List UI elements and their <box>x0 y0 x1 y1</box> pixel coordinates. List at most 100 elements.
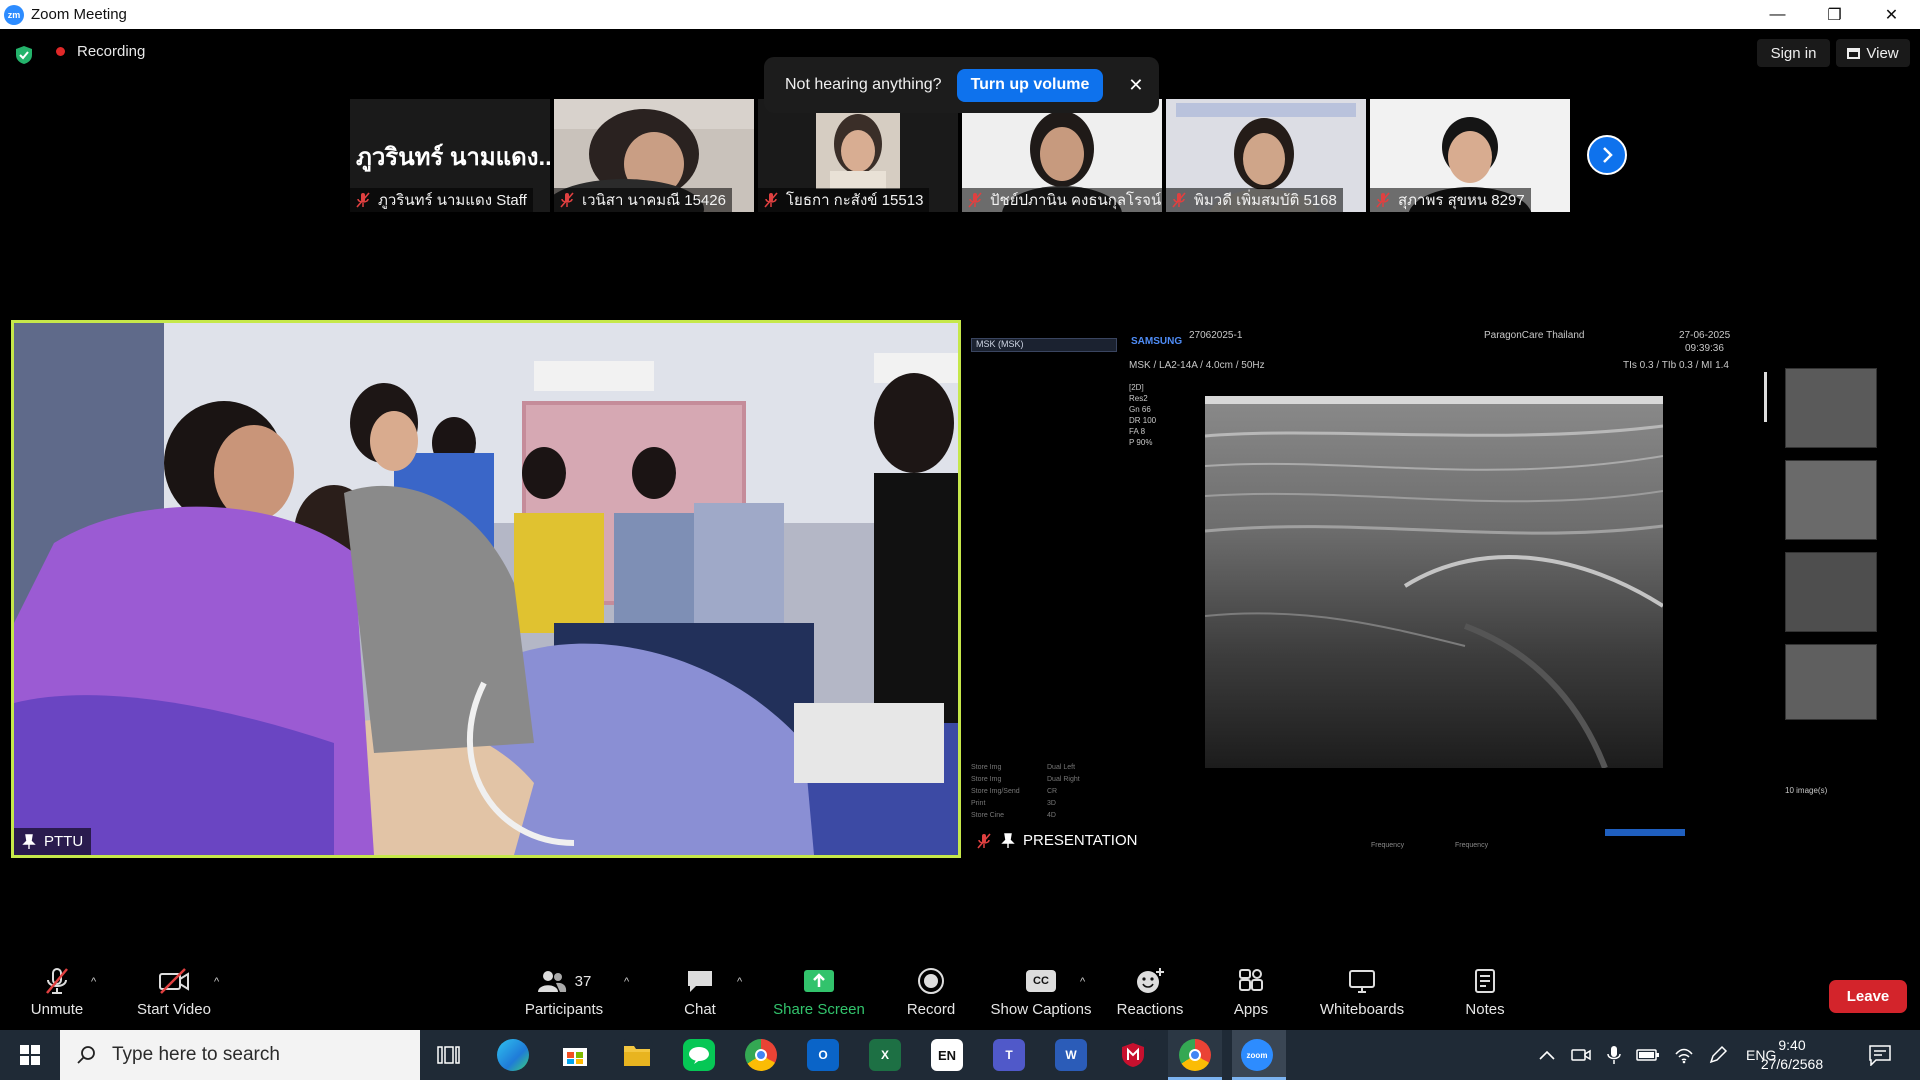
camera-icon[interactable] <box>1570 1046 1592 1064</box>
start-video-button[interactable]: Start Video <box>132 962 216 1028</box>
participant-name-label: เวนิสา นาคมณี 15426 <box>554 188 732 212</box>
audio-options-chevron-icon[interactable]: ^ <box>91 976 96 988</box>
notifications-icon[interactable] <box>1868 1044 1892 1066</box>
apps-button[interactable]: Apps <box>1230 962 1272 1028</box>
participant-thumbnail[interactable]: ภูวรินทร์ นามแดง... ภูวรินทร์ นามแดง Sta… <box>350 99 550 212</box>
taskbar-search-box[interactable]: Type here to search <box>60 1030 420 1080</box>
search-placeholder: Type here to search <box>112 1044 280 1065</box>
chat-button[interactable]: Chat <box>675 962 725 1028</box>
captions-options-chevron-icon[interactable]: ^ <box>1080 976 1085 988</box>
share-screen-label: Share Screen <box>773 1001 865 1018</box>
turn-up-volume-button[interactable]: Turn up volume <box>956 68 1104 102</box>
task-view-icon[interactable] <box>436 1044 460 1066</box>
edge-browser-icon[interactable] <box>497 1039 529 1071</box>
minimize-button[interactable]: — <box>1749 0 1806 29</box>
mcafee-shield-icon[interactable] <box>1117 1039 1149 1071</box>
zoom-logo-icon: zm <box>4 4 24 25</box>
active-speaker-video-tile[interactable]: PTTU <box>11 320 961 858</box>
participant-name-label: สุภาพร สุขหน 8297 <box>1370 188 1531 212</box>
start-video-label: Start Video <box>137 1001 211 1018</box>
leave-meeting-button[interactable]: Leave <box>1829 980 1907 1013</box>
ultrasound-images-count: 10 image(s) <box>1785 786 1828 795</box>
clock-time: 9:40 <box>1778 1037 1806 1053</box>
view-button[interactable]: View <box>1836 39 1910 67</box>
participant-name-label: ปัชย์ปภานิน คงธนกุลโรจน์... <box>962 188 1162 212</box>
chat-options-chevron-icon[interactable]: ^ <box>737 976 742 988</box>
pin-icon <box>22 833 36 849</box>
reactions-icon <box>1137 968 1164 993</box>
window-titlebar: zm Zoom Meeting — ❐ ✕ <box>0 0 1920 29</box>
record-button[interactable]: Record <box>898 962 964 1028</box>
zoom-taskbar-icon[interactable]: zoom <box>1241 1039 1273 1071</box>
participant-thumbnail[interactable]: โยธกา กะสังข์ 15513 <box>758 99 958 212</box>
participant-name-label: ภูวรินทร์ นามแดง Staff <box>350 188 533 212</box>
next-page-button[interactable] <box>1587 135 1627 175</box>
unmute-button[interactable]: Unmute <box>20 962 94 1028</box>
microsoft-store-icon[interactable] <box>559 1039 591 1071</box>
sign-in-button[interactable]: Sign in <box>1757 39 1830 67</box>
muted-mic-icon <box>1172 192 1186 208</box>
whiteboards-label: Whiteboards <box>1319 1001 1405 1018</box>
battery-icon[interactable] <box>1636 1048 1660 1062</box>
notes-button[interactable]: Notes <box>1462 962 1508 1028</box>
wifi-icon[interactable] <box>1674 1046 1694 1064</box>
ultrasound-brand: SAMSUNG <box>1131 336 1183 347</box>
chevron-up-icon[interactable] <box>1538 1048 1556 1062</box>
window-controls: — ❐ ✕ <box>1749 0 1920 29</box>
participant-thumbnail[interactable]: ปัชย์ปภานิน คงธนกุลโรจน์... <box>962 99 1162 212</box>
outlook-icon[interactable]: O <box>807 1039 839 1071</box>
presentation-video-tile[interactable]: MSK (MSK) SAMSUNG 27062025-1 ParagonCare… <box>967 324 1905 854</box>
participants-button[interactable]: 37 Participants <box>520 962 608 1028</box>
ultrasound-date: 27-06-2025 <box>1679 330 1731 341</box>
file-explorer-icon[interactable] <box>621 1039 653 1071</box>
recording-indicator[interactable]: Recording <box>56 43 145 60</box>
close-window-button[interactable]: ✕ <box>1863 0 1920 29</box>
ultrasound-menu-left: Store Img Store Img Store Img/Send Print… <box>971 764 1020 819</box>
show-captions-label: Show Captions <box>990 1001 1092 1018</box>
view-label: View <box>1866 44 1899 62</box>
ultrasound-thumb <box>1785 552 1877 632</box>
participants-options-chevron-icon[interactable]: ^ <box>624 976 629 988</box>
ultrasound-thumbnails <box>1779 360 1889 720</box>
ultrasound-facility: ParagonCare Thailand <box>1484 330 1585 341</box>
tile-name: PRESENTATION <box>1023 832 1138 849</box>
windows-start-icon[interactable] <box>10 1042 48 1068</box>
participant-thumbnail[interactable]: พิมวดี เพิ่มสมบัติ 5168 <box>1166 99 1366 212</box>
muted-mic-icon <box>560 192 574 208</box>
participant-thumbnail[interactable]: เวนิสา นาคมณี 15426 <box>554 99 754 212</box>
participants-label: Participants <box>524 1001 604 1018</box>
chrome-browser-icon[interactable] <box>745 1039 777 1071</box>
participant-name-label: โยธกา กะสังข์ 15513 <box>758 188 930 212</box>
chrome-profile-icon[interactable] <box>1179 1039 1211 1071</box>
share-screen-button[interactable]: Share Screen <box>772 962 866 1028</box>
ultrasound-thermal-index: TIs 0.3 / TIb 0.3 / MI 1.4 <box>1623 360 1729 371</box>
taskbar-clock[interactable]: 9:40 27/6/2568 <box>1752 1036 1832 1074</box>
show-captions-button[interactable]: CC Show Captions <box>986 962 1096 1028</box>
toast-close-icon[interactable]: ✕ <box>1128 75 1143 96</box>
line-app-icon[interactable] <box>683 1039 715 1071</box>
ultrasound-thumb <box>1785 368 1877 448</box>
chevron-right-icon <box>1603 147 1613 163</box>
chat-label: Chat <box>684 1001 716 1018</box>
teams-icon[interactable]: T <box>993 1039 1025 1071</box>
muted-mic-icon <box>968 192 982 208</box>
language-en-app-icon[interactable]: EN <box>931 1039 963 1071</box>
word-icon[interactable]: W <box>1055 1039 1087 1071</box>
participant-display-name: ภูวรินทร์ นามแดง... <box>356 144 550 171</box>
share-screen-icon <box>804 970 834 992</box>
encryption-shield-icon[interactable] <box>14 45 34 65</box>
restore-button[interactable]: ❐ <box>1806 0 1863 29</box>
whiteboards-button[interactable]: Whiteboards <box>1316 962 1408 1028</box>
room-video <box>14 323 958 855</box>
video-off-icon <box>159 968 189 994</box>
participant-thumbnail[interactable]: สุภาพร สุขหน 8297 <box>1370 99 1570 212</box>
tile-name-label: PTTU <box>14 828 92 855</box>
excel-icon[interactable]: X <box>869 1039 901 1071</box>
video-options-chevron-icon[interactable]: ^ <box>214 976 219 988</box>
pen-icon[interactable] <box>1708 1045 1728 1065</box>
captions-icon: CC <box>1026 970 1056 992</box>
reactions-button[interactable]: Reactions <box>1114 962 1186 1028</box>
recording-label: Recording <box>77 43 146 60</box>
microphone-icon[interactable] <box>1606 1045 1622 1065</box>
ultrasound-preset-dropdown: MSK (MSK) <box>971 338 1117 352</box>
